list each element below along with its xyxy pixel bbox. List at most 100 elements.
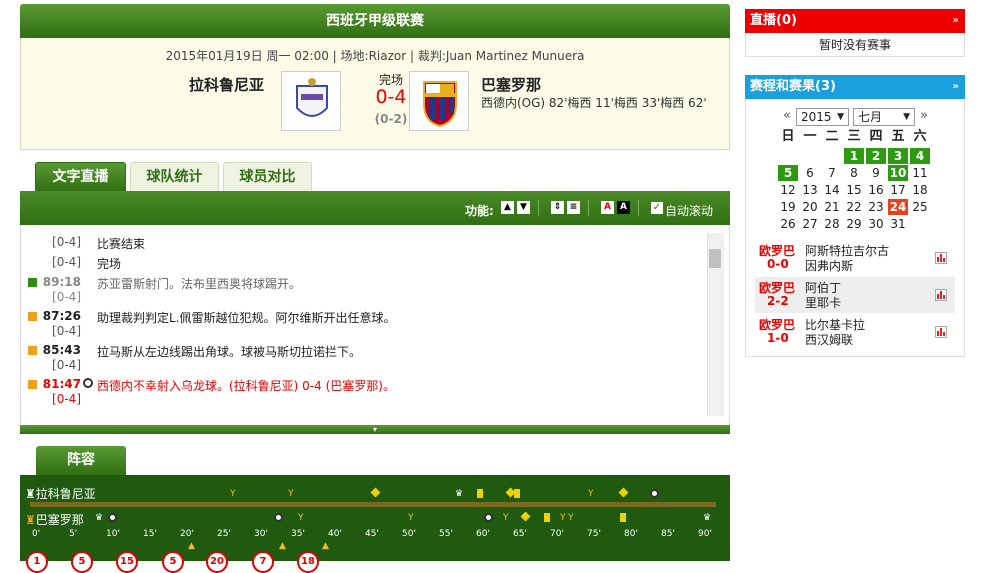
calendar-day[interactable]: 19 [778, 199, 798, 215]
calendar-day[interactable]: 28 [822, 216, 842, 232]
calendar-day[interactable]: 3 [888, 148, 908, 164]
timeline-tick: 60' [476, 529, 490, 539]
stats-chart-icon[interactable] [935, 252, 947, 264]
away-team-name[interactable]: 巴塞罗那 [481, 74, 541, 95]
auto-scroll-checkbox[interactable]: ✓ [651, 202, 663, 214]
timeline-tick: 5' [69, 529, 78, 539]
timeline-tick: 35' [291, 529, 305, 539]
calendar-day[interactable]: 21 [822, 199, 842, 215]
calendar-day[interactable]: 15 [844, 182, 864, 198]
feed-score: [0-4] [52, 290, 81, 304]
divider [588, 200, 589, 216]
timeline-tick: 55' [439, 529, 453, 539]
away-team-crest[interactable] [409, 71, 469, 131]
calendar-day[interactable]: 10 [888, 165, 908, 181]
calendar-day[interactable]: 25 [910, 199, 930, 215]
scroll-down-icon[interactable]: ▼ [517, 201, 530, 214]
away-team[interactable]: 西汉姆联 [805, 331, 853, 348]
calendar-day[interactable]: 31 [888, 216, 908, 232]
timeline-tick: 90' [698, 529, 712, 539]
home-team-name[interactable]: 拉科鲁尼亚 [189, 74, 264, 95]
player-number[interactable]: 18 [297, 551, 319, 573]
calendar-weekday: 四 [869, 129, 883, 144]
calendar-day[interactable]: 13 [800, 182, 820, 198]
match-result-item[interactable]: 欧罗巴 0-0 阿斯特拉吉尔古 因弗内斯 [755, 240, 955, 276]
calendar-day[interactable]: 2 [866, 148, 886, 164]
scrollbar-thumb[interactable] [709, 249, 721, 268]
chevron-down-icon[interactable]: » [953, 9, 959, 33]
calendar-day[interactable]: 1 [844, 148, 864, 164]
feed-text: 完场 [97, 257, 122, 271]
calendar-day[interactable]: 7 [822, 165, 842, 181]
font-large-icon[interactable]: A [601, 201, 614, 214]
chevron-down-icon[interactable]: » [953, 75, 959, 99]
calendar-day[interactable]: 26 [778, 216, 798, 232]
feed-expand-handle[interactable]: ▾ [20, 425, 730, 434]
tab-team-stats[interactable]: 球队统计 [130, 162, 219, 191]
calendar-day[interactable]: 17 [888, 182, 908, 198]
collapse-icon[interactable]: ≡ [567, 201, 580, 214]
player-number[interactable]: 5 [162, 551, 184, 573]
calendar-day[interactable]: 12 [778, 182, 798, 198]
tab-player-compare[interactable]: 球员对比 [223, 162, 312, 191]
stats-chart-icon[interactable] [935, 289, 947, 301]
calendar-day[interactable]: 16 [866, 182, 886, 198]
player-number[interactable]: 7 [252, 551, 274, 573]
calendar-day[interactable]: 29 [844, 216, 864, 232]
substitution-icon: ♛ [703, 513, 712, 523]
font-small-icon[interactable]: A [617, 201, 630, 214]
tab-lineup[interactable]: 阵容 [36, 446, 126, 475]
player-number[interactable]: 5 [71, 551, 93, 573]
timeline-away-label: ♜巴塞罗那 [25, 511, 84, 528]
prev-arrow-icon[interactable]: « [783, 108, 791, 123]
calendar-day[interactable]: 4 [910, 148, 930, 164]
calendar-day[interactable]: 9 [866, 165, 886, 181]
match-summary: 2015年01月19日 周一 02:00 | 场地:Riazor | 裁判:Ju… [20, 38, 730, 150]
tab-live-text[interactable]: 文字直播 [35, 162, 126, 191]
calendar-day[interactable]: 14 [822, 182, 842, 198]
year-value: 2015 [801, 110, 832, 124]
calendar-day[interactable]: 5 [778, 165, 798, 181]
shirt-icon [28, 278, 37, 287]
scroll-up-icon[interactable]: ▲ [501, 201, 514, 214]
match-result-item[interactable]: 欧罗巴 1-0 比尔基卡拉 西汉姆联 [755, 314, 955, 350]
timeline-tick: 45' [365, 529, 379, 539]
month-select[interactable]: 七月 ▼ [853, 108, 915, 126]
yellow-card-icon [514, 489, 520, 498]
calendar-day[interactable]: 23 [866, 199, 886, 215]
live-header[interactable]: 直播(0) » [745, 9, 965, 33]
stats-chart-icon[interactable] [935, 326, 947, 338]
calendar-day[interactable]: 8 [844, 165, 864, 181]
league-title: 西班牙甲级联赛 [20, 4, 730, 38]
calendar-day[interactable]: 30 [866, 216, 886, 232]
player-number[interactable]: 15 [116, 551, 138, 573]
calendar-day[interactable]: 20 [800, 199, 820, 215]
calendar-day[interactable]: 6 [800, 165, 820, 181]
feed-score: [0-4] [52, 255, 81, 269]
divider [538, 200, 539, 216]
year-select[interactable]: 2015 ▼ [796, 108, 849, 126]
away-team[interactable]: 因弗内斯 [805, 257, 853, 274]
home-team-crest[interactable] [281, 71, 341, 131]
shirt-icon: ♜ [25, 513, 36, 527]
timeline-tick: 0' [32, 529, 41, 539]
feed-score: [0-4] [52, 324, 81, 338]
match-result-item[interactable]: 欧罗巴 2-2 阿伯丁 里耶卡 [755, 277, 955, 313]
calendar-day[interactable]: 24 [888, 199, 908, 215]
calendar-day[interactable]: 11 [910, 165, 930, 181]
commentary-feed: [0-4] 比赛结束 [0-4] 完场 89:18 [0-4] 苏亚雷斯射门。法… [20, 225, 730, 425]
away-team[interactable]: 里耶卡 [805, 294, 841, 311]
calendar-day[interactable]: 22 [844, 199, 864, 215]
schedule-header[interactable]: 赛程和赛果(3) » [745, 75, 965, 99]
calendar-day[interactable]: 18 [910, 182, 930, 198]
shirt-icon [28, 346, 37, 355]
calendar-weekday: 二 [825, 129, 839, 144]
substitution-icon: Y [588, 489, 594, 499]
calendar-day[interactable]: 27 [800, 216, 820, 232]
expand-icon[interactable]: ⇕ [551, 201, 564, 214]
next-arrow-icon[interactable]: » [920, 108, 928, 123]
substitution-icon: Y [408, 513, 414, 523]
player-number[interactable]: 20 [206, 551, 228, 573]
player-number[interactable]: 1 [26, 551, 48, 573]
feed-text: 助理裁判判定L.佩雷斯越位犯规。阿尔维斯开出任意球。 [97, 311, 396, 325]
